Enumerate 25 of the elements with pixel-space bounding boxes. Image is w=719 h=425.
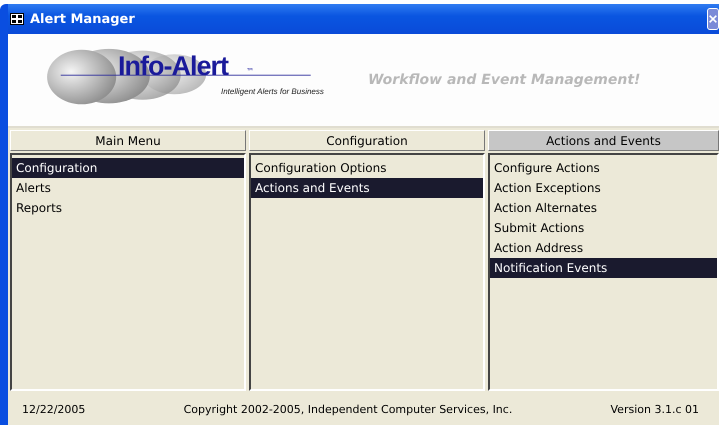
copyright-text: Copyright 2002-2005, Independent Computer Services, Inc. <box>184 402 512 416</box>
column-header[interactable]: Main Menu <box>10 130 246 151</box>
trademark-mark: ™ <box>246 67 254 76</box>
menu-item[interactable]: Configure Actions <box>490 158 717 178</box>
close-button[interactable] <box>707 8 719 30</box>
menu-item[interactable]: Reports <box>12 198 244 218</box>
version-text: Version 3.1.c 01 <box>610 402 699 416</box>
close-icon <box>708 13 718 25</box>
logo-tagline: Intelligent Alerts for Business <box>221 87 324 96</box>
column-header[interactable]: Configuration <box>249 130 485 151</box>
slogan: Workflow and Event Management! <box>368 72 640 88</box>
menu-item[interactable]: Notification Events <box>490 258 717 278</box>
window-title: Alert Manager <box>30 12 136 26</box>
menu-item[interactable]: Configuration Options <box>251 158 483 178</box>
menu-item[interactable]: Submit Actions <box>490 218 717 238</box>
window-icon <box>10 13 24 25</box>
menu-item[interactable]: Action Exceptions <box>490 178 717 198</box>
menu-item[interactable]: Actions and Events <box>251 178 483 198</box>
logo-name: Info-Alert <box>118 51 228 82</box>
menu-item[interactable]: Action Alternates <box>490 198 717 218</box>
menu-item[interactable]: Configuration <box>12 158 244 178</box>
date-text: 12/22/2005 <box>22 402 86 416</box>
menu-item[interactable]: Alerts <box>12 178 244 198</box>
menu-item[interactable]: Action Address <box>490 238 717 258</box>
column-header[interactable]: Actions and Events <box>488 130 719 151</box>
